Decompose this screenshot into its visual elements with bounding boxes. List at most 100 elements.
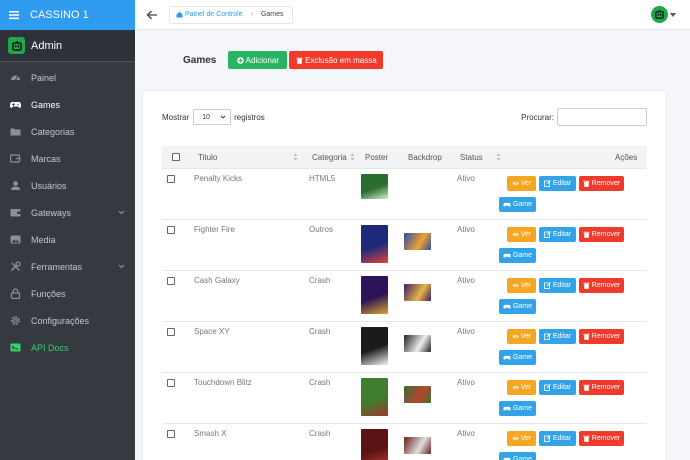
- edit-button[interactable]: Editar: [539, 176, 576, 191]
- sidebar-item-usuarios[interactable]: Usuários: [0, 172, 135, 199]
- sort-icon[interactable]: [350, 153, 355, 161]
- edit-button[interactable]: Editar: [539, 329, 576, 344]
- page-header: Games Adicionar Exclusão em massa: [183, 51, 384, 69]
- row-checkbox[interactable]: [167, 175, 175, 183]
- sidebar-item-painel[interactable]: Painel: [0, 64, 135, 91]
- remove-button[interactable]: Remover: [579, 227, 624, 242]
- view-button-label: Ver: [520, 333, 532, 340]
- view-button[interactable]: Ver: [507, 431, 536, 446]
- col-status[interactable]: Status: [460, 153, 483, 162]
- eye-icon: [512, 181, 519, 186]
- arrow-left-icon[interactable]: [145, 8, 159, 22]
- view-button[interactable]: Ver: [507, 227, 536, 242]
- col-category[interactable]: Categoria: [312, 153, 347, 162]
- user-avatar[interactable]: [651, 6, 668, 23]
- game-button-label: Game: [512, 405, 533, 412]
- sidebar-item-games[interactable]: Games: [0, 91, 135, 118]
- row-checkbox[interactable]: [167, 379, 175, 387]
- remove-button-label: Remover: [591, 282, 621, 289]
- sidebar-item-funcoes[interactable]: Funções: [0, 280, 135, 307]
- show-label: Mostrar: [162, 112, 190, 122]
- terminal-icon: [10, 342, 21, 353]
- row-checkbox[interactable]: [167, 328, 175, 336]
- gauge-icon: [10, 72, 21, 83]
- gamepad-icon: [503, 304, 511, 309]
- search-label: Procurar:: [521, 112, 554, 122]
- caret-down-icon[interactable]: [670, 13, 676, 17]
- breadcrumb-home[interactable]: Painel de Controle: [176, 11, 243, 18]
- sidebar: CASSINO 1 Admin Painel Games Categorias …: [0, 0, 135, 460]
- sidebar-item-api-docs[interactable]: API Docs: [0, 334, 135, 361]
- edit-button[interactable]: Editar: [539, 380, 576, 395]
- remove-button[interactable]: Remover: [579, 431, 624, 446]
- edit-button[interactable]: Editar: [539, 431, 576, 446]
- select-all-checkbox[interactable]: [172, 153, 180, 161]
- add-button[interactable]: Adicionar: [228, 51, 288, 69]
- remove-button[interactable]: Remover: [579, 278, 624, 293]
- poster-image: [361, 225, 388, 263]
- game-button[interactable]: Game: [499, 299, 536, 314]
- sidebar-item-label: Gateways: [31, 207, 72, 218]
- game-button[interactable]: Game: [499, 248, 536, 263]
- col-poster: Poster: [365, 153, 389, 162]
- search-input[interactable]: [557, 108, 647, 126]
- view-button[interactable]: Ver: [507, 278, 536, 293]
- col-title[interactable]: Titulo: [198, 153, 217, 162]
- row-actions: Ver Editar Remover: [504, 380, 624, 395]
- view-button-label: Ver: [520, 231, 532, 238]
- remove-button[interactable]: Remover: [579, 329, 624, 344]
- gamepad-icon: [503, 202, 511, 207]
- menu-icon: [9, 11, 19, 20]
- sidebar-item-media[interactable]: Media: [0, 226, 135, 253]
- sort-icon[interactable]: [293, 153, 298, 161]
- tools-icon: [10, 261, 21, 272]
- sidebar-item-configuracoes[interactable]: Configurações: [0, 307, 135, 334]
- row-checkbox[interactable]: [167, 277, 175, 285]
- row-actions: Ver Editar Remover: [504, 176, 624, 191]
- user-panel[interactable]: Admin: [0, 30, 135, 62]
- game-button[interactable]: Game: [499, 350, 536, 365]
- row-status: Ativo: [457, 174, 475, 183]
- remove-button[interactable]: Remover: [579, 380, 624, 395]
- sidebar-item-label: Games: [31, 99, 61, 110]
- backdrop-image: [404, 335, 431, 352]
- mass-delete-button[interactable]: Exclusão em massa: [289, 51, 384, 69]
- image-icon: [10, 234, 21, 245]
- game-button-label: Game: [512, 252, 533, 259]
- home-icon: [176, 11, 183, 18]
- page-size-select[interactable]: 10: [193, 109, 232, 125]
- sidebar-item-gateways[interactable]: Gateways: [0, 199, 135, 226]
- game-button[interactable]: Game: [499, 197, 536, 212]
- view-button[interactable]: Ver: [507, 380, 536, 395]
- sidebar-item-label: API Docs: [31, 342, 69, 353]
- view-button[interactable]: Ver: [507, 176, 536, 191]
- view-button[interactable]: Ver: [507, 329, 536, 344]
- remove-button-label: Remover: [591, 435, 621, 442]
- remove-button[interactable]: Remover: [579, 176, 624, 191]
- poster-image: [361, 429, 388, 460]
- chevron-down-icon: [220, 115, 226, 119]
- chevron-down-icon[interactable]: [118, 209, 125, 216]
- row-title: Space XY: [194, 327, 230, 336]
- row-checkbox[interactable]: [167, 226, 175, 234]
- avatar: [8, 37, 25, 54]
- chevron-down-icon[interactable]: [118, 263, 125, 270]
- brand[interactable]: CASSINO 1: [0, 0, 135, 30]
- edit-button-label: Editar: [552, 384, 572, 391]
- sidebar-item-marcas[interactable]: Marcas: [0, 145, 135, 172]
- table-row: Cash Galaxy Crash Ativo Ver Editar Remover Gam…: [162, 270, 647, 321]
- backdrop-image: [404, 233, 431, 250]
- edit-button[interactable]: Editar: [539, 227, 576, 242]
- sidebar-item-ferramentas[interactable]: Ferramentas: [0, 253, 135, 280]
- edit-button-label: Editar: [552, 333, 572, 340]
- game-button-label: Game: [512, 456, 533, 460]
- backdrop-image: [404, 386, 431, 403]
- edit-button[interactable]: Editar: [539, 278, 576, 293]
- row-checkbox[interactable]: [167, 430, 175, 438]
- sidebar-item-categorias[interactable]: Categorias: [0, 118, 135, 145]
- game-button[interactable]: Game: [499, 452, 536, 460]
- remove-button-label: Remover: [591, 384, 621, 391]
- plus-circle-icon: [236, 56, 244, 64]
- game-button[interactable]: Game: [499, 401, 536, 416]
- sort-icon[interactable]: [496, 153, 501, 161]
